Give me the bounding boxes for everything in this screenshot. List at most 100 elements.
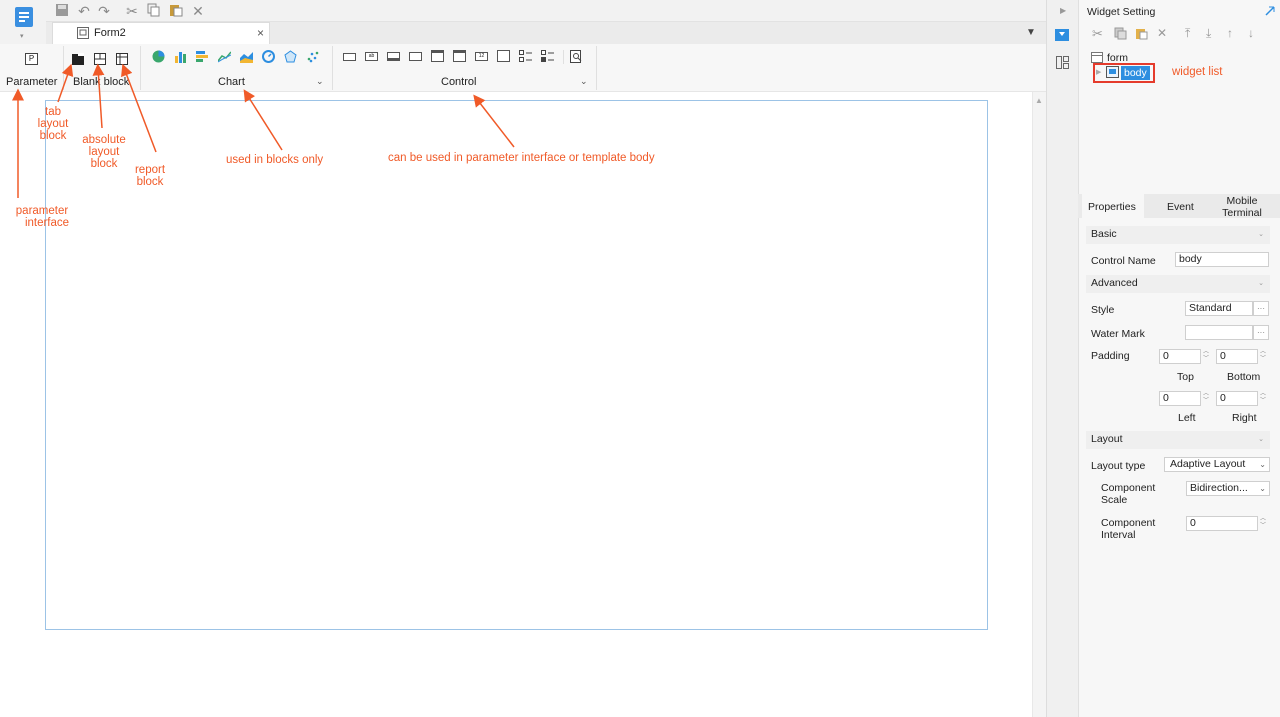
template-body[interactable]: [45, 100, 988, 630]
parameter-label[interactable]: Parameter: [6, 76, 57, 88]
paste-icon[interactable]: [168, 3, 184, 19]
collapse-right-icon[interactable]: ▶: [1060, 6, 1066, 15]
move-up-icon[interactable]: ↑: [1227, 26, 1233, 40]
number-control-icon[interactable]: 12: [475, 52, 488, 61]
annotation-report-block: report block: [134, 164, 166, 188]
pie-chart-icon[interactable]: [152, 50, 165, 63]
delete-icon[interactable]: ✕: [1157, 26, 1167, 40]
tab-menu-icon[interactable]: ▼: [1026, 27, 1036, 38]
section-advanced[interactable]: Advanced ⌄: [1086, 275, 1270, 293]
component-scale-label: Component Scale: [1101, 482, 1156, 506]
date-control-icon[interactable]: [431, 50, 444, 62]
chevron-down-icon: ⌄: [1259, 460, 1266, 469]
watermark-field[interactable]: [1185, 325, 1253, 340]
absolute-layout-block-icon[interactable]: [94, 53, 107, 65]
padding-top-spinner[interactable]: ︿ ﹀: [1202, 349, 1210, 365]
gauge-chart-icon[interactable]: [262, 50, 275, 63]
separator: [596, 46, 597, 90]
area-chart-icon[interactable]: [240, 50, 253, 63]
annotation-absolute-layout: absolute layout block: [82, 134, 126, 170]
dropdown-control-icon[interactable]: [409, 52, 422, 61]
textarea-control-icon[interactable]: [497, 50, 510, 62]
pin-icon[interactable]: [1265, 6, 1275, 16]
tab-form2[interactable]: Form2 ×: [52, 22, 270, 44]
delete-icon[interactable]: ✕: [190, 3, 206, 19]
widget-panel-icon[interactable]: [1055, 29, 1069, 41]
padding-top-caption: Top: [1177, 371, 1194, 383]
radio-group-icon[interactable]: [541, 50, 554, 63]
watermark-more-button[interactable]: ···: [1253, 325, 1269, 340]
annotation-parameter-interface: parameter interface: [15, 205, 70, 229]
control-name-input[interactable]: body: [1175, 252, 1269, 267]
app-logo-icon[interactable]: [14, 6, 34, 28]
layout-type-select[interactable]: Adaptive Layout ⌄: [1164, 457, 1270, 472]
layout-panel-icon[interactable]: [1056, 56, 1069, 69]
line-chart-icon[interactable]: [218, 50, 231, 63]
tab-close-icon[interactable]: ×: [257, 26, 264, 40]
chart-label[interactable]: Chart: [218, 76, 245, 88]
copy-icon[interactable]: [1114, 27, 1127, 40]
padding-top-input[interactable]: 0: [1159, 349, 1201, 364]
radar-chart-icon[interactable]: [284, 50, 297, 63]
button-control-icon[interactable]: [387, 52, 400, 61]
move-down-icon[interactable]: ↓: [1248, 26, 1254, 40]
scatter-chart-icon[interactable]: [306, 50, 319, 63]
component-interval-input[interactable]: 0: [1186, 516, 1258, 531]
style-field[interactable]: Standard: [1185, 301, 1253, 316]
form-node-icon: [1091, 52, 1103, 63]
section-layout[interactable]: Layout ⌄: [1086, 431, 1270, 449]
vertical-scrollbar[interactable]: ▲: [1032, 92, 1046, 717]
tree-item-body[interactable]: body: [1121, 66, 1150, 80]
style-label: Style: [1091, 304, 1115, 316]
separator: [332, 46, 333, 90]
text-control-icon[interactable]: ab: [365, 52, 378, 61]
cut-icon[interactable]: ✂: [124, 3, 140, 19]
padding-right-spinner[interactable]: ︿ ﹀: [1259, 391, 1267, 407]
search-control-icon[interactable]: [570, 50, 583, 63]
padding-left-caption: Left: [1178, 412, 1196, 424]
control-expand-icon[interactable]: ⌄: [580, 76, 588, 87]
quick-toolbar: ↶ ↷ ✂ ✕: [46, 0, 1046, 22]
layout-type-label: Layout type: [1091, 460, 1146, 472]
app-logo-area: ▾: [0, 0, 46, 44]
component-scale-select[interactable]: Bidirection... ⌄: [1186, 481, 1270, 496]
redo-icon[interactable]: ↷: [96, 3, 112, 19]
bar-chart-icon[interactable]: [174, 50, 187, 63]
section-basic[interactable]: Basic ⌄: [1086, 226, 1270, 244]
undo-icon[interactable]: ↶: [76, 3, 92, 19]
padding-right-input[interactable]: 0: [1216, 391, 1258, 406]
move-bottom-icon[interactable]: ⤓: [1206, 26, 1211, 41]
padding-bottom-spinner[interactable]: ︿ ﹀: [1259, 349, 1267, 365]
expand-arrow-icon[interactable]: ▶: [1096, 68, 1101, 76]
tab-mobile-terminal[interactable]: Mobile Terminal: [1214, 195, 1270, 219]
scroll-up-icon[interactable]: ▲: [1035, 96, 1043, 105]
list-control-icon[interactable]: [453, 50, 466, 62]
tab-layout-block-icon[interactable]: [72, 53, 85, 65]
widget-setting-title: Widget Setting: [1087, 6, 1156, 18]
horizontal-bar-chart-icon[interactable]: [196, 50, 209, 63]
separator: [563, 50, 564, 64]
blank-block-label[interactable]: Blank block: [73, 76, 129, 88]
style-more-button[interactable]: ···: [1253, 301, 1269, 316]
form-icon: [77, 27, 89, 39]
control-label[interactable]: Control: [441, 76, 476, 88]
component-interval-spinner[interactable]: ︿ ﹀: [1259, 516, 1267, 532]
report-block-icon[interactable]: [116, 53, 129, 65]
save-icon[interactable]: [54, 3, 70, 19]
padding-left-input[interactable]: 0: [1159, 391, 1201, 406]
chevron-down-icon[interactable]: ▾: [20, 32, 24, 40]
parameter-icon[interactable]: P: [25, 53, 38, 65]
tab-properties[interactable]: Properties: [1082, 194, 1144, 218]
checkbox-group-icon[interactable]: [519, 50, 532, 63]
annotation-widget-list: widget list: [1172, 66, 1223, 78]
paste-icon[interactable]: [1135, 27, 1148, 40]
move-top-icon[interactable]: ⤒: [1185, 26, 1190, 41]
copy-icon[interactable]: [146, 3, 162, 19]
chart-expand-icon[interactable]: ⌄: [316, 76, 324, 87]
label-control-icon[interactable]: [343, 53, 356, 61]
padding-left-spinner[interactable]: ︿ ﹀: [1202, 391, 1210, 407]
cut-icon[interactable]: ✂: [1092, 26, 1103, 42]
padding-bottom-input[interactable]: 0: [1216, 349, 1258, 364]
tab-event[interactable]: Event: [1150, 194, 1206, 218]
padding-bottom-caption: Bottom: [1227, 371, 1261, 383]
